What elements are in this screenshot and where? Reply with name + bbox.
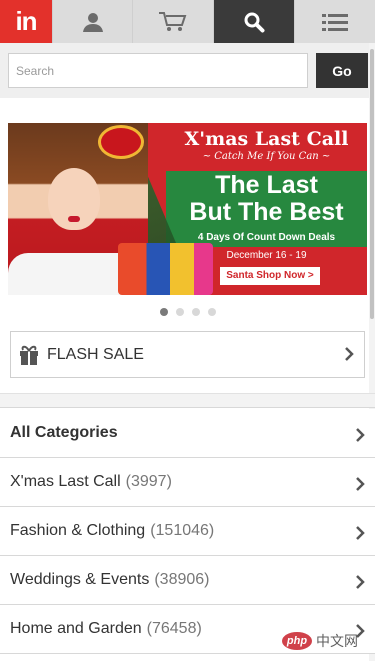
- banner-cta-button[interactable]: Santa Shop Now >: [220, 267, 320, 285]
- chevron-right-icon: [356, 526, 365, 540]
- banner-headline-2: But The Best: [189, 198, 344, 226]
- go-button[interactable]: Go: [316, 53, 368, 88]
- carousel-dot-2[interactable]: [175, 308, 184, 316]
- account-button[interactable]: [53, 0, 133, 43]
- chevron-right-icon: [356, 575, 365, 589]
- search-tab-button[interactable]: [214, 0, 295, 43]
- search-bar: Go: [0, 43, 375, 98]
- category-label: Home and Garden: [10, 620, 142, 637]
- category-label: Fashion & Clothing: [10, 522, 146, 539]
- banner-subtitle: ~ Catch Me If You Can ~: [202, 151, 331, 162]
- category-label: Weddings & Events: [10, 571, 150, 588]
- category-weddings-events[interactable]: Weddings & Events (38906): [0, 556, 375, 605]
- search-input[interactable]: [8, 53, 308, 88]
- carousel-dot-3[interactable]: [191, 308, 200, 316]
- menu-icon: [322, 13, 348, 31]
- scrollbar-thumb[interactable]: [370, 49, 374, 319]
- category-label: X'mas Last Call: [10, 473, 121, 490]
- category-count: (3997): [125, 473, 172, 490]
- user-icon: [82, 12, 103, 32]
- search-icon: [244, 12, 265, 32]
- banner-tagline: 4 Days Of Count Down Deals: [197, 232, 336, 243]
- promo-banner[interactable]: X'mas Last Call ~ Catch Me If You Can ~ …: [8, 123, 367, 295]
- category-count: (76458): [146, 620, 202, 637]
- carousel-dot-4[interactable]: [207, 308, 216, 316]
- chevron-right-icon: [356, 477, 365, 491]
- flash-sale-label: FLASH SALE: [47, 345, 144, 363]
- flash-sale-button[interactable]: FLASH SALE: [10, 331, 365, 378]
- watermark-text: 中文网: [316, 633, 358, 649]
- banner-headline-1: The Last: [215, 171, 318, 199]
- carousel-dots: [0, 308, 375, 318]
- gift-icon: [20, 345, 38, 365]
- category-all[interactable]: All Categories: [0, 409, 375, 458]
- lips-graphic: [68, 216, 80, 222]
- section-divider: [0, 393, 375, 408]
- category-count: (38906): [154, 571, 210, 588]
- cart-icon: [159, 11, 187, 31]
- category-fashion-clothing[interactable]: Fashion & Clothing (151046): [0, 507, 375, 556]
- carousel-dot-1[interactable]: [159, 308, 168, 316]
- category-xmas-last-call[interactable]: X'mas Last Call (3997): [0, 458, 375, 507]
- chevron-right-icon: [356, 428, 365, 442]
- category-count: (151046): [150, 522, 215, 539]
- banner-dates: December 16 - 19: [226, 250, 307, 261]
- logo[interactable]: in: [0, 0, 53, 43]
- watermark-logo: php: [282, 632, 312, 650]
- chevron-right-icon: [345, 347, 354, 361]
- cart-button[interactable]: [133, 0, 214, 43]
- category-label: All Categories: [10, 424, 118, 441]
- menu-button[interactable]: [295, 0, 375, 43]
- top-nav: in: [0, 0, 375, 43]
- ribbon-bow-graphic: [98, 125, 144, 159]
- site-watermark: php 中文网: [282, 628, 358, 654]
- banner-title: X'mas Last Call: [184, 128, 349, 150]
